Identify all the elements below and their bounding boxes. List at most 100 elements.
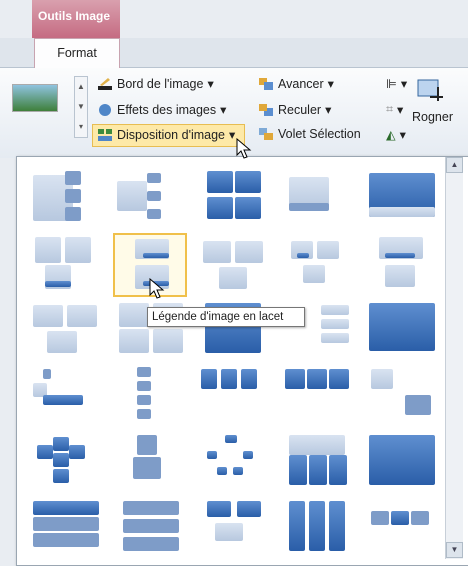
layout-thumbnail-shape	[371, 511, 389, 525]
layout-option-9[interactable]	[281, 233, 355, 297]
layout-option-17[interactable]	[113, 365, 187, 429]
layout-thumbnail-shape	[207, 197, 233, 219]
layout-thumbnail-shape	[43, 369, 51, 379]
layout-option-11[interactable]	[29, 299, 103, 363]
disposition-image-button[interactable]: Disposition d'image ▾	[97, 127, 235, 142]
layout-option-5[interactable]	[365, 167, 439, 231]
layout-thumbnail-shape	[207, 171, 233, 193]
layout-option-30[interactable]	[365, 497, 439, 561]
layout-option-22[interactable]	[113, 431, 187, 495]
layout-thumbnail-shape	[207, 501, 231, 517]
layout-option-23[interactable]	[197, 431, 271, 495]
layout-thumbnail-shape	[33, 517, 99, 531]
layout-option-20[interactable]	[365, 365, 439, 429]
effets-label: Effets des images	[117, 102, 217, 117]
layout-thumbnail-shape	[289, 455, 307, 485]
layout-thumbnail-shape	[119, 303, 149, 327]
layout-option-26[interactable]	[29, 497, 103, 561]
layout-thumbnail-shape	[153, 329, 183, 353]
avancer-label: Avancer	[278, 76, 324, 91]
layout-option-16[interactable]	[29, 365, 103, 429]
layout-thumbnail-shape	[235, 241, 263, 263]
layout-thumbnail-shape	[43, 395, 83, 405]
rotate-button[interactable]: ◭ ▾	[386, 127, 406, 142]
layout-thumbnail-shape	[321, 319, 349, 329]
layout-thumbnail-shape	[119, 329, 149, 353]
layout-option-6[interactable]	[29, 233, 103, 297]
picture-layout-icon	[98, 128, 112, 141]
layout-option-1[interactable]	[29, 167, 103, 231]
layout-thumbnail-shape	[123, 519, 179, 533]
layout-thumbnail-shape	[137, 395, 151, 405]
bord-image-button[interactable]: Bord de l'image ▾	[97, 76, 214, 91]
layout-thumbnail-shape	[303, 265, 325, 283]
layout-thumbnail-shape	[69, 445, 85, 459]
group-button[interactable]: ⌗ ▾	[386, 102, 403, 117]
layout-thumbnail-shape	[133, 457, 161, 479]
layout-option-3[interactable]	[197, 167, 271, 231]
chevron-up-icon[interactable]: ▲	[75, 77, 87, 97]
layout-thumbnail-shape	[285, 369, 305, 389]
bring-forward-icon	[259, 77, 273, 90]
layout-thumbnail-shape	[35, 237, 61, 263]
layout-thumbnail-shape	[33, 305, 63, 327]
tab-format[interactable]: Format	[34, 38, 120, 69]
picture-style-thumbnail[interactable]	[12, 84, 58, 112]
layout-option-28[interactable]	[197, 497, 271, 561]
layout-thumbnail-shape	[321, 333, 349, 343]
layout-option-24[interactable]	[281, 431, 355, 495]
dropdown-arrow-icon: ▾	[399, 128, 406, 142]
layout-thumbnail-shape	[45, 281, 71, 287]
selection-pane-icon	[259, 128, 273, 140]
layout-option-10[interactable]	[365, 233, 439, 297]
crop-icon	[417, 79, 443, 101]
style-gallery-scroll[interactable]: ▲ ▼ ▾	[74, 76, 88, 138]
layout-thumbnail-shape	[65, 189, 81, 203]
layout-option-2[interactable]	[113, 167, 187, 231]
layout-thumbnail-shape	[411, 511, 429, 525]
gallery-scrollbar[interactable]: ▲ ▼	[445, 157, 463, 559]
layout-thumbnail-shape	[371, 369, 393, 389]
chevron-down-icon[interactable]: ▼	[75, 97, 87, 117]
layout-option-25[interactable]	[365, 431, 439, 495]
layout-thumbnail-shape	[289, 203, 329, 211]
layout-option-15[interactable]	[365, 299, 439, 363]
scroll-up-icon[interactable]: ▲	[446, 157, 463, 173]
layout-thumbnail-shape	[385, 265, 415, 287]
align-button[interactable]: ⊫ ▾	[386, 76, 407, 91]
layout-option-19[interactable]	[281, 365, 355, 429]
layout-thumbnail-shape	[225, 435, 237, 443]
rogner-button[interactable]: Rogner	[412, 110, 453, 124]
more-icon[interactable]: ▾	[75, 117, 87, 137]
layout-option-27[interactable]	[113, 497, 187, 561]
layout-option-29[interactable]	[281, 497, 355, 561]
dropdown-arrow-icon: ▾	[327, 77, 334, 91]
mouse-cursor-icon	[236, 138, 252, 159]
scroll-down-icon[interactable]: ▼	[446, 542, 463, 558]
layout-thumbnail-shape	[235, 197, 261, 219]
layout-thumbnail-shape	[137, 409, 151, 419]
effets-images-button[interactable]: Effets des images ▾	[97, 102, 226, 117]
layout-option-4[interactable]	[281, 167, 355, 231]
layout-thumbnail-shape	[143, 253, 169, 258]
layout-tooltip: Légende d'image en lacet	[147, 307, 305, 327]
layout-option-21[interactable]	[29, 431, 103, 495]
layout-thumbnail-shape	[217, 467, 227, 475]
group-icon: ⌗	[386, 102, 394, 116]
layout-option-18[interactable]	[197, 365, 271, 429]
layout-thumbnail-shape	[219, 267, 247, 289]
layout-thumbnail-shape	[147, 209, 161, 219]
layout-thumbnail-shape	[309, 455, 327, 485]
reculer-label: Reculer	[278, 102, 322, 117]
avancer-button[interactable]: Avancer ▾	[258, 76, 334, 91]
layout-thumbnail-shape	[123, 537, 179, 551]
dropdown-arrow-icon: ▾	[325, 103, 332, 117]
layout-thumbnail-shape	[297, 253, 309, 258]
disposition-label: Disposition d'image	[117, 127, 225, 142]
layout-thumbnail-shape	[137, 381, 151, 391]
layout-thumbnail-shape	[117, 181, 147, 211]
reculer-button[interactable]: Reculer ▾	[258, 102, 331, 117]
layout-thumbnail-shape	[237, 501, 261, 517]
layout-option-8[interactable]	[197, 233, 271, 297]
volet-selection-button[interactable]: Volet Sélection	[258, 127, 361, 141]
